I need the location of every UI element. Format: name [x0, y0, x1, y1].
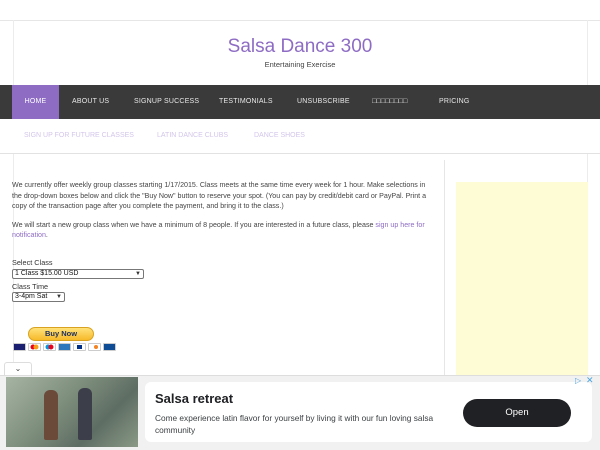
subnav-item-latin-dance-clubs[interactable]: LATIN DANCE CLUBS [157, 119, 228, 153]
ad-image-dancer [78, 388, 92, 440]
mastercard-icon [28, 343, 41, 351]
adchoices-icon[interactable]: ▷ [575, 376, 581, 385]
nav-item-untitled[interactable]: □□□□□□□□ [372, 85, 407, 119]
class-time-dropdown[interactable]: 3-4pm Sat ▼ [12, 292, 65, 302]
notification-paragraph: We will start a new group class when we … [12, 220, 434, 241]
dropdown-arrow-icon: ▼ [56, 294, 62, 300]
class-time-value: 3-4pm Sat [15, 293, 48, 300]
dropdown-arrow-icon: ▼ [135, 271, 141, 277]
close-icon[interactable]: ✕ [586, 375, 594, 386]
visa-icon [13, 343, 26, 351]
paypal-icon [73, 343, 86, 351]
maestro-icon [43, 343, 56, 351]
nav-item-about-us[interactable]: ABOUT US [72, 85, 109, 119]
sub-navigation: SIGN UP FOR FUTURE CLASSES LATIN DANCE C… [0, 119, 600, 153]
class-time-label: Class Time [12, 282, 49, 291]
subnav-divider [0, 153, 600, 154]
sidebar-ad-placeholder[interactable] [456, 182, 588, 378]
main-content: We currently offer weekly group classes … [12, 180, 434, 249]
header-top-border [0, 20, 600, 21]
site-tagline: Entertaining Exercise [264, 60, 336, 69]
subnav-item-future-classes[interactable]: SIGN UP FOR FUTURE CLASSES [24, 119, 134, 153]
select-class-label: Select Class [12, 258, 53, 267]
subnav-item-dance-shoes[interactable]: DANCE SHOES [254, 119, 305, 153]
ad-image[interactable] [6, 377, 138, 447]
nav-item-pricing[interactable]: PRICING [439, 85, 470, 119]
intro-paragraph: We currently offer weekly group classes … [12, 181, 427, 210]
amex-icon [58, 343, 71, 351]
notification-text: We will start a new group class when we … [12, 220, 376, 229]
site-title[interactable]: Salsa Dance 300 [0, 36, 600, 58]
select-class-value: 1 Class $15.00 USD [15, 270, 79, 277]
nav-item-signup-success[interactable]: SIGNUP SUCCESS [134, 85, 199, 119]
ad-open-button[interactable]: Open [463, 399, 571, 427]
select-class-dropdown[interactable]: 1 Class $15.00 USD ▼ [12, 269, 144, 279]
ad-title[interactable]: Salsa retreat [155, 391, 233, 406]
nav-item-unsubscribe[interactable]: UNSUBSCRIBE [297, 85, 350, 119]
card-icon [103, 343, 116, 351]
sidebar-divider [444, 160, 445, 380]
ad-image-dancer [44, 390, 58, 440]
discover-icon [88, 343, 101, 351]
main-navigation: HOME ABOUT US SIGNUP SUCCESS TESTIMONIAL… [0, 85, 600, 119]
nav-item-testimonials[interactable]: TESTIMONIALS [219, 85, 273, 119]
nav-item-home[interactable]: HOME [12, 85, 59, 119]
buy-now-button[interactable]: Buy Now [28, 327, 94, 341]
ad-body-text: Come experience latin flavor for yoursel… [155, 413, 434, 435]
payment-card-icons [13, 343, 116, 352]
notification-text-end: . [45, 231, 48, 239]
chevron-down-icon[interactable]: ⌄ [4, 362, 32, 375]
